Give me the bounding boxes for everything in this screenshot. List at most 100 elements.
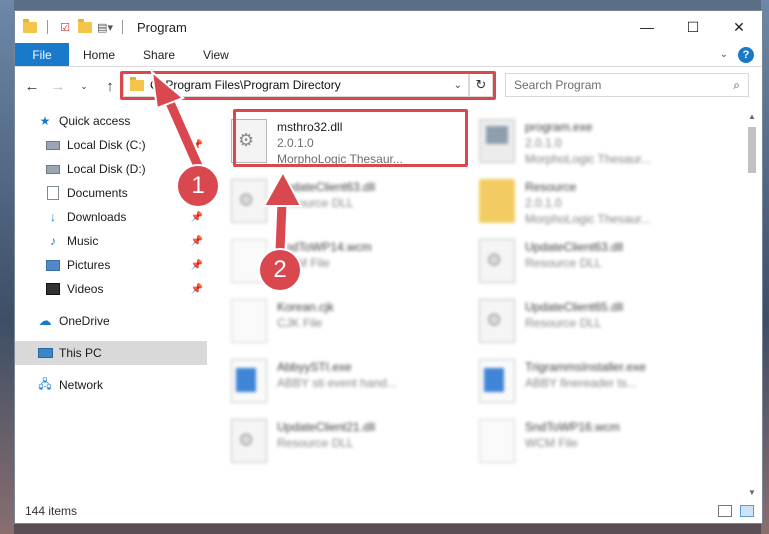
- step-1-badge: 1: [176, 164, 220, 208]
- sidebar-item-onedrive[interactable]: ☁ OneDrive: [15, 309, 207, 333]
- explorer-window: ☑ ▤▾ Program — ☐ ✕ File Home Share View …: [14, 10, 763, 524]
- scroll-thumb[interactable]: [748, 127, 756, 173]
- tab-view[interactable]: View: [189, 43, 243, 66]
- pin-icon[interactable]: 📌: [191, 260, 203, 271]
- ribbon-expand-icon[interactable]: ⌄: [720, 49, 728, 60]
- file-item[interactable]: program.exe 2.0.1.0 MorphoLogic Thesaur.…: [475, 115, 725, 173]
- customize-icon[interactable]: ▤▾: [97, 20, 113, 34]
- file-name: AbbyySTI.exe: [277, 360, 352, 374]
- file-item[interactable]: Korean.cjk CJK File: [227, 295, 477, 353]
- file-name: UpdateClient65.dll: [525, 300, 624, 314]
- pin-icon[interactable]: 📌: [191, 140, 203, 151]
- new-folder-icon[interactable]: [78, 18, 92, 34]
- sidebar-item-network[interactable]: 🖧 Network: [15, 373, 207, 397]
- forward-arrow-icon[interactable]: →: [47, 75, 69, 97]
- file-item[interactable]: TrigrammsInstaller.exe ABBY finereader t…: [475, 355, 725, 413]
- back-arrow-icon[interactable]: ←: [21, 75, 43, 97]
- file-name: UpdateClient63.dll: [525, 240, 624, 254]
- vertical-scrollbar[interactable]: ▲ ▼: [746, 109, 758, 499]
- file-item[interactable]: UpdateClient65.dll Resource DLL: [475, 295, 725, 353]
- pc-icon: [37, 346, 53, 360]
- tab-file[interactable]: File: [15, 43, 69, 66]
- exe-icon: [479, 359, 515, 403]
- sidebar-item-label: Local Disk (D:): [67, 162, 146, 176]
- file-type: CJK File: [277, 316, 323, 330]
- file-name: UpdateClient63.dll: [277, 180, 376, 194]
- pin-icon[interactable]: 📌: [191, 212, 203, 223]
- file-name: Resource: [525, 180, 577, 194]
- file-name: UpdateClient21.dll: [277, 420, 376, 434]
- file-list: msthro32.dll 2.0.1.0 MorphoLogic Thesaur…: [207, 109, 747, 499]
- disk-icon: [45, 162, 61, 176]
- documents-icon: [45, 186, 61, 200]
- file-name: program.exe: [525, 120, 593, 134]
- dll-icon: [231, 179, 267, 223]
- sidebar-item-label: Local Disk (C:): [67, 138, 146, 152]
- music-icon: ♪: [50, 234, 56, 248]
- file-icon: [479, 419, 515, 463]
- tab-share[interactable]: Share: [129, 43, 189, 66]
- sidebar-item-label: Documents: [67, 186, 128, 200]
- item-count: 144 items: [25, 504, 78, 518]
- sidebar-item-label: Music: [67, 234, 99, 248]
- file-name: Korean.cjk: [277, 300, 334, 314]
- help-icon[interactable]: ?: [738, 46, 754, 63]
- up-arrow-icon[interactable]: ↑: [99, 75, 121, 97]
- videos-icon: [45, 282, 61, 296]
- properties-icon[interactable]: ☑: [58, 20, 72, 34]
- qat-separator: [47, 20, 48, 34]
- ribbon-right: ⌄ ?: [720, 43, 762, 66]
- pin-icon[interactable]: 📌: [191, 236, 203, 247]
- file-item[interactable]: UpdateClient63.dll Resource DLL: [227, 175, 477, 233]
- file-name: SndToWP16.wcm: [525, 420, 620, 434]
- sidebar-item-label: Downloads: [67, 210, 127, 224]
- sidebar-item-label: OneDrive: [59, 314, 110, 328]
- folder-icon: [23, 18, 37, 34]
- file-item[interactable]: Resource 2.0.1.0 MorphoLogic Thesaur...: [475, 175, 725, 233]
- file-item[interactable]: UpdateClient63.dll Resource DLL: [475, 235, 725, 293]
- recent-locations-icon[interactable]: ⌄: [73, 75, 95, 97]
- search-placeholder: Search Program: [514, 78, 602, 92]
- exe-icon: [231, 359, 267, 403]
- pin-icon[interactable]: 📌: [191, 284, 203, 295]
- status-bar: 144 items: [15, 499, 762, 523]
- file-icon: [231, 299, 267, 343]
- close-icon[interactable]: ✕: [716, 11, 762, 43]
- dll-icon: [479, 299, 515, 343]
- minimize-icon[interactable]: —: [624, 11, 670, 43]
- maximize-icon[interactable]: ☐: [670, 11, 716, 43]
- file-description: MorphoLogic Thesaur...: [525, 212, 651, 226]
- sidebar-item-quick-access[interactable]: ★ Quick access: [15, 109, 207, 133]
- file-item[interactable]: UpdateClient21.dll Resource DLL: [227, 415, 477, 473]
- details-view-icon[interactable]: [718, 505, 732, 517]
- scroll-up-icon[interactable]: ▲: [746, 109, 758, 123]
- downloads-icon: ↓: [50, 210, 56, 224]
- title-bar: ☑ ▤▾ Program — ☐ ✕: [15, 11, 762, 43]
- step-2-badge: 2: [258, 248, 302, 292]
- network-icon: 🖧: [38, 376, 52, 391]
- file-version: 2.0.1.0: [525, 196, 562, 210]
- tab-home[interactable]: Home: [69, 43, 129, 66]
- dll-icon: [479, 239, 515, 283]
- address-highlight-box: [120, 71, 496, 100]
- exe-icon: [479, 119, 515, 163]
- sidebar-item-local-disk-c[interactable]: Local Disk (C:) 📌: [15, 133, 207, 157]
- sidebar-item-music[interactable]: ♪ Music 📌: [15, 229, 207, 253]
- content-area: ★ Quick access Local Disk (C:) 📌 Local D…: [15, 109, 762, 499]
- sidebar-item-this-pc[interactable]: This PC: [15, 341, 207, 365]
- ribbon-tabs: File Home Share View ⌄ ?: [15, 43, 762, 67]
- search-icon[interactable]: ⌕: [733, 78, 740, 93]
- file-item[interactable]: SndToWP16.wcm WCM File: [475, 415, 725, 473]
- sidebar-item-label: Videos: [67, 282, 104, 296]
- file-highlight-box: [233, 109, 468, 167]
- sidebar-item-label: Network: [59, 378, 104, 392]
- large-icons-view-icon[interactable]: [740, 505, 754, 517]
- file-type: Resource DLL: [525, 256, 602, 270]
- sidebar-item-videos[interactable]: Videos 📌: [15, 277, 207, 301]
- search-input[interactable]: Search Program ⌕: [505, 73, 749, 97]
- pictures-icon: [45, 258, 61, 272]
- sidebar-item-pictures[interactable]: Pictures 📌: [15, 253, 207, 277]
- file-item[interactable]: AbbyySTI.exe ABBY sti event hand...: [227, 355, 477, 413]
- scroll-down-icon[interactable]: ▼: [746, 485, 758, 499]
- sidebar-item-downloads[interactable]: ↓ Downloads 📌: [15, 205, 207, 229]
